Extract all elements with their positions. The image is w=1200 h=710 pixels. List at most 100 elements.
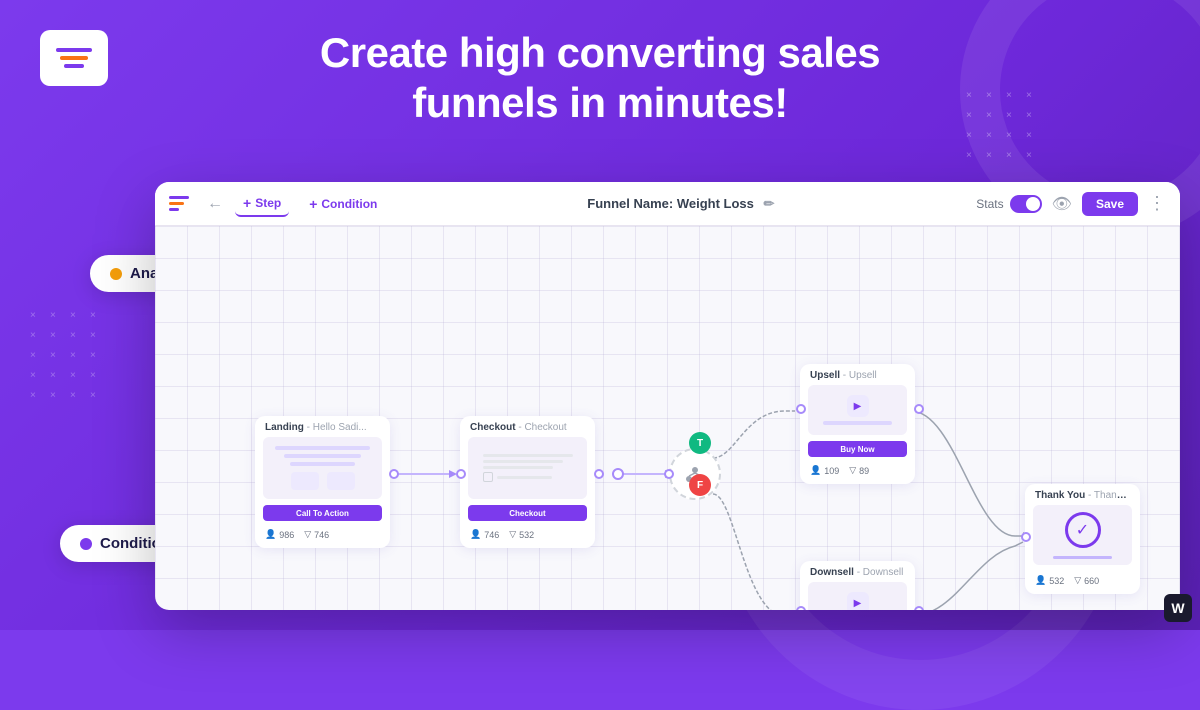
plus-icon: + — [243, 195, 251, 211]
condition-badge-green: T — [689, 432, 711, 454]
toolbar-logo — [169, 196, 189, 211]
watermark: W — [1164, 594, 1192, 622]
person-icon: 👤 — [810, 465, 821, 476]
toolbar-logo-bar-2 — [169, 202, 184, 205]
dot-grid-left: ×××× ×××× ×××× ×××× ×××× — [30, 310, 104, 404]
back-button[interactable]: ← — [207, 195, 223, 213]
toolbar: ← + Step + Condition Funnel Name: Weight… — [155, 182, 1180, 226]
preview-icon[interactable]: 👁 — [1052, 194, 1072, 214]
landing-header: Landing - Hello Sadi... — [255, 416, 390, 437]
upsell-node[interactable]: Upsell - Upsell ▶ Buy Now 👤 109 ▽ 89 — [800, 364, 915, 484]
landing-stat2: ▽ 746 — [304, 529, 329, 540]
thankyou-header: Thank You - Thank You — [1025, 484, 1140, 505]
checkout-footer: 👤 746 ▽ 532 — [460, 525, 595, 548]
thankyou-subtitle: - Thank You — [1088, 490, 1140, 501]
check-circle: ✓ — [1065, 512, 1101, 548]
form-line — [483, 466, 553, 469]
connector-dot-split-in — [664, 469, 674, 479]
more-button[interactable]: ⋮ — [1148, 193, 1166, 214]
upsell-stat1: 👤 109 — [810, 465, 839, 476]
person-icon: 👤 — [1035, 575, 1046, 586]
form-line — [497, 476, 552, 479]
preview-line — [284, 454, 361, 458]
preview-line — [290, 462, 355, 466]
stats-toggle-group: Stats — [976, 195, 1041, 213]
thankyou-stat1-val: 532 — [1049, 576, 1064, 586]
preview-line — [275, 446, 370, 450]
landing-subtitle: - Hello Sadi... — [307, 422, 367, 433]
checkbox — [483, 472, 493, 482]
landing-title: Landing — [265, 422, 304, 433]
landing-stat1: 👤 986 — [265, 529, 294, 540]
add-step-button[interactable]: + Step — [235, 191, 289, 217]
upsell-subtitle: - Upsell — [843, 370, 877, 381]
save-button[interactable]: Save — [1082, 192, 1138, 216]
stats-label: Stats — [976, 197, 1003, 211]
connector-dot-downsell-out — [914, 606, 924, 610]
person-icon: 👤 — [470, 529, 481, 540]
stats-toggle[interactable] — [1010, 195, 1042, 213]
connector-dot-downsell-in — [796, 606, 806, 610]
landing-preview — [263, 437, 382, 499]
checkout-stat2: ▽ 532 — [509, 529, 534, 540]
connector-dot-thankyou-in — [1021, 532, 1031, 542]
downsell-node[interactable]: Downsell - Downsell ▶ Buy Now 👤 119 ▽ 39 — [800, 561, 915, 610]
funnel-icon: ▽ — [1074, 575, 1081, 586]
preview-line — [823, 421, 892, 425]
step-label: Step — [255, 196, 281, 210]
thankyou-title: Thank You — [1035, 490, 1085, 501]
form-line — [483, 454, 573, 457]
thankyou-preview: ✓ — [1033, 505, 1132, 565]
funnel-name: Weight Loss — [677, 196, 754, 211]
connector-dot-checkout-in — [456, 469, 466, 479]
thankyou-stat1: 👤 532 — [1035, 575, 1064, 586]
headline-line1: Create high converting sales — [0, 28, 1200, 78]
thankyou-node[interactable]: Thank You - Thank You ✓ 👤 532 ▽ 660 — [1025, 484, 1140, 594]
upsell-stat2: ▽ 89 — [849, 465, 869, 476]
landing-footer: 👤 986 ▽ 746 — [255, 525, 390, 548]
connector-dot-landing-out — [389, 469, 399, 479]
funnel-icon: ▽ — [509, 529, 516, 540]
play-icon: ▶ — [847, 395, 869, 417]
landing-stat2-val: 746 — [314, 530, 329, 540]
checkout-node[interactable]: Checkout - Checkout Checkout 👤 — [460, 416, 595, 548]
upsell-stat2-val: 89 — [859, 466, 869, 476]
connector-dot-upsell-out — [914, 404, 924, 414]
checkout-title: Checkout — [470, 422, 516, 433]
checkout-cta: Checkout — [468, 505, 587, 521]
headline: Create high converting sales funnels in … — [0, 28, 1200, 129]
person-icon: 👤 — [265, 529, 276, 540]
toolbar-logo-bar-3 — [169, 208, 179, 211]
funnel-icon: ▽ — [849, 465, 856, 476]
checkout-subtitle: - Checkout — [518, 422, 566, 433]
funnel-name-display: Funnel Name: Weight Loss ✏ — [397, 196, 964, 212]
downsell-header: Downsell - Downsell — [800, 561, 915, 582]
thankyou-footer: 👤 532 ▽ 660 — [1025, 571, 1140, 594]
downsell-title: Downsell — [810, 567, 854, 578]
toolbar-right: Stats 👁 Save ⋮ — [976, 192, 1166, 216]
upsell-cta: Buy Now — [808, 441, 907, 457]
checkout-row — [483, 472, 573, 482]
plus-icon-2: + — [309, 196, 317, 212]
edit-icon[interactable]: ✏ — [764, 196, 775, 211]
check-line — [1053, 556, 1112, 559]
preview-button — [327, 472, 355, 490]
upsell-footer: 👤 109 ▽ 89 — [800, 461, 915, 484]
checkout-form-lines — [479, 454, 577, 482]
funnel-icon: ▽ — [304, 529, 311, 540]
landing-cta: Call To Action — [263, 505, 382, 521]
connector-dot-upsell-in — [796, 404, 806, 414]
downsell-subtitle: - Downsell — [857, 567, 904, 578]
connector-dot-checkout-out — [594, 469, 604, 479]
checkout-stat1-val: 746 — [484, 530, 499, 540]
upsell-header: Upsell - Upsell — [800, 364, 915, 385]
thankyou-stat2-val: 660 — [1084, 576, 1099, 586]
condition-label: Condition — [321, 197, 377, 211]
canvas-window: ← + Step + Condition Funnel Name: Weight… — [155, 182, 1180, 610]
analytics-dot — [110, 268, 122, 280]
add-condition-button[interactable]: + Condition — [301, 192, 385, 216]
canvas-area[interactable]: Landing - Hello Sadi... Call To Action 👤… — [155, 226, 1180, 610]
landing-node[interactable]: Landing - Hello Sadi... Call To Action 👤… — [255, 416, 390, 548]
play-icon: ▶ — [847, 592, 869, 610]
upsell-stat1-val: 109 — [824, 466, 839, 476]
